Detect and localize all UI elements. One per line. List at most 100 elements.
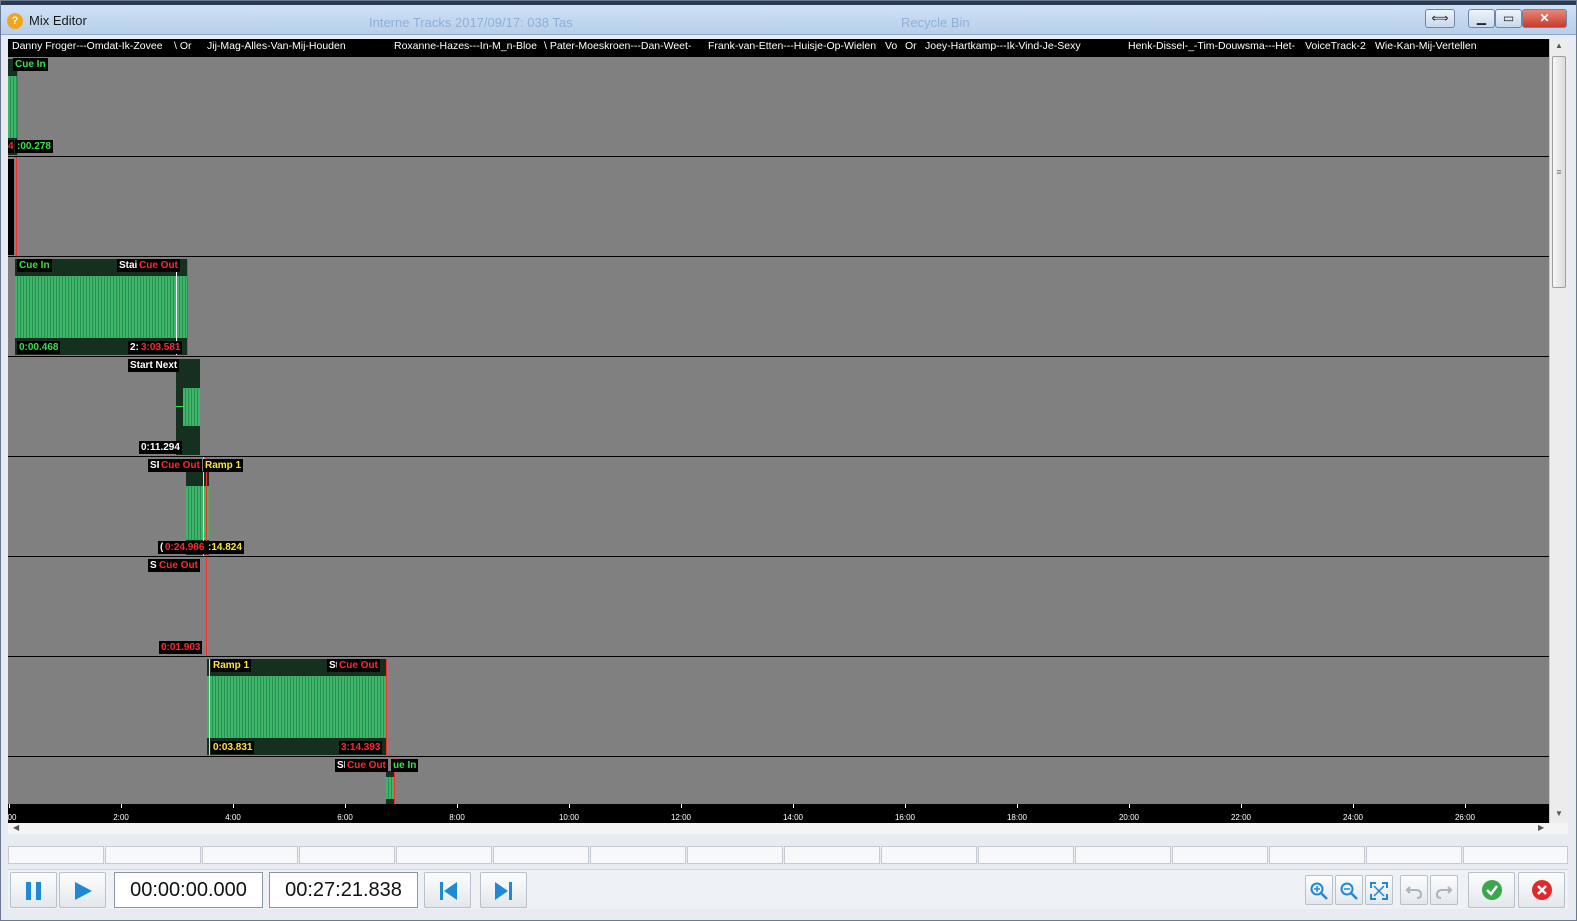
skip-forward-button[interactable] <box>480 872 527 908</box>
mix-editor-canvas[interactable]: Danny Froger---Omdat-Ik-Zovee \ Or Jij-M… <box>8 39 1568 834</box>
track-name[interactable]: VoiceTrack-2 <box>1305 40 1373 52</box>
track-name[interactable]: Vo <box>885 40 905 52</box>
position-time-display[interactable]: 00:00:00.000 <box>114 872 263 908</box>
track-name[interactable]: Danny Froger---Omdat-Ik-Zovee <box>12 40 182 52</box>
ruler-label: 00 <box>7 813 17 822</box>
start-next-marker[interactable]: Stai <box>117 259 140 272</box>
track-name[interactable]: Roxanne-Hazes---In-M_n-Bloe <box>394 40 544 52</box>
status-cell <box>202 846 298 864</box>
vertical-scrollbar[interactable]: ▲ ≡ ▼ <box>1549 39 1568 823</box>
audio-clip[interactable] <box>386 771 394 805</box>
cancel-button[interactable] <box>1518 872 1565 908</box>
undo-button[interactable] <box>1400 875 1428 905</box>
ramp-marker[interactable]: Ramp 1 <box>211 659 252 672</box>
ramp-time: :14.824 <box>206 541 244 554</box>
track-name[interactable]: Henk-Dissel-_-Tim-Douwsma---Het- <box>1128 40 1306 52</box>
track-lane[interactable]: Ramp 1 St Cue Out 0:03.831 3:14.393 <box>8 656 1549 756</box>
ramp-time: 0:03.831 <box>211 741 255 754</box>
track-name[interactable]: Frank-van-Etten---Huisje-Op-Wielen <box>708 40 888 52</box>
ramp-marker[interactable]: Ramp 1 <box>203 459 244 472</box>
track-name[interactable]: Or <box>905 40 923 52</box>
ruler-tick <box>681 804 682 808</box>
scroll-left-icon[interactable]: ◀ <box>13 823 19 832</box>
maximize-button[interactable]: ▭ <box>1495 9 1522 28</box>
status-cell <box>687 846 783 864</box>
time-ruler[interactable]: 00 2:00 4:00 6:00 8:00 10:00 12:00 14:00… <box>8 804 1549 823</box>
status-cell <box>396 846 492 864</box>
ruler-label: 18:00 <box>1006 813 1028 822</box>
track-name-strip: Danny Froger---Omdat-Ik-Zovee \ Or Jij-M… <box>8 39 1549 55</box>
ruler-tick <box>1353 804 1354 808</box>
status-cell <box>978 846 1074 864</box>
cue-out-marker[interactable]: Cue Out <box>337 659 380 672</box>
status-cell <box>1269 846 1365 864</box>
ruler-tick <box>1241 804 1242 808</box>
cue-in-marker[interactable]: ue In <box>391 759 419 772</box>
cue-out-marker[interactable]: Cue Out <box>159 459 202 472</box>
fit-icon <box>1370 882 1388 900</box>
track-name[interactable]: Wie-Kan-Mij-Vertellen <box>1375 40 1545 52</box>
track-lane[interactable]: SF Cue Out Ramp 1 ( 0:24.986 :14.824 <box>8 456 1549 557</box>
track-lane[interactable]: Cue In Stai Cue Out 0:00.468 2: 3:03.581 <box>8 256 1549 356</box>
audio-clip[interactable] <box>8 159 14 255</box>
skip-back-button[interactable] <box>424 872 471 908</box>
status-cell <box>105 846 201 864</box>
scroll-up-icon[interactable]: ▲ <box>1555 41 1563 50</box>
cancel-icon <box>1531 880 1552 900</box>
close-button[interactable]: ✕ <box>1522 9 1567 28</box>
ruler-label: 8:00 <box>449 813 465 822</box>
cue-out-marker[interactable]: Cue Out <box>137 259 180 272</box>
cue-out-line[interactable] <box>187 259 188 355</box>
ramp-line[interactable] <box>209 659 210 755</box>
scroll-right-icon[interactable]: ▶ <box>1538 823 1544 832</box>
start-next-marker[interactable]: Start Next <box>128 359 180 372</box>
ruler-tick <box>1017 804 1018 808</box>
horizontal-scrollbar[interactable]: ◀ ▶ <box>8 823 1568 834</box>
zoom-in-button[interactable] <box>1305 875 1333 905</box>
ruler-tick <box>233 804 234 808</box>
status-cell <box>881 846 977 864</box>
cue-out-line[interactable] <box>16 157 17 257</box>
app-logo-icon: ? <box>7 13 23 29</box>
resize-arrows-icon: ⟺ <box>1431 11 1449 25</box>
minimize-icon: ▁ <box>1476 11 1487 25</box>
cue-in-marker[interactable]: Cue In <box>13 58 48 71</box>
track-lanes[interactable]: Cue In 4 :00.278 Cue In Stai Cue Out 0:0… <box>8 56 1549 805</box>
track-lane[interactable]: Start Next 0:11.294 <box>8 356 1549 456</box>
zoom-out-button[interactable] <box>1335 875 1363 905</box>
play-button[interactable] <box>59 872 106 908</box>
track-name[interactable]: Jij-Mag-Alles-Van-Mij-Houden <box>207 40 387 52</box>
track-name[interactable]: \ Pater-Moeskroen---Dan-Weet- <box>544 40 704 52</box>
cue-out-time: 3:14.393 <box>339 741 383 754</box>
redo-button[interactable] <box>1430 875 1458 905</box>
track-lane[interactable]: SF Cue Out 0:01.903 <box>8 556 1549 657</box>
track-lane[interactable] <box>8 156 1549 257</box>
cue-out-line[interactable] <box>206 557 207 657</box>
resize-toggle-button[interactable]: ⟺ <box>1425 9 1455 28</box>
cue-in-time: :00.278 <box>15 140 53 153</box>
status-cell <box>1366 846 1462 864</box>
minimize-button[interactable]: ▁ <box>1468 9 1495 28</box>
vertical-scroll-thumb[interactable]: ≡ <box>1552 56 1566 288</box>
pause-button[interactable] <box>10 872 57 908</box>
cue-out-marker[interactable]: Cue Out <box>157 559 200 572</box>
ruler-tick <box>569 804 570 808</box>
track-lane[interactable]: SF Cue Out ue In <box>8 756 1549 805</box>
confirm-button[interactable] <box>1468 872 1515 908</box>
cue-out-line[interactable] <box>386 659 387 755</box>
scroll-down-icon[interactable]: ▼ <box>1555 809 1563 818</box>
ruler-label: 4:00 <box>225 813 241 822</box>
fade-line <box>176 406 184 407</box>
ruler-tick <box>121 804 122 808</box>
status-cell <box>590 846 686 864</box>
ruler-label: 24:00 <box>1342 813 1364 822</box>
cue-in-marker[interactable]: Cue In <box>17 259 52 272</box>
title-bar[interactable]: ? Mix Editor Interne Tracks 2017/09/17: … <box>1 5 1576 35</box>
cue-out-marker[interactable]: Cue Out <box>345 759 388 772</box>
zoom-fit-button[interactable] <box>1365 875 1393 905</box>
track-name[interactable]: \ Or <box>174 40 204 52</box>
duration-time-display[interactable]: 00:27:21.838 <box>269 872 418 908</box>
track-lane[interactable]: Cue In 4 :00.278 <box>8 56 1549 157</box>
track-name[interactable]: Joey-Hartkamp---Ik-Vind-Je-Sexy <box>925 40 1125 52</box>
ruler-tick <box>793 804 794 808</box>
